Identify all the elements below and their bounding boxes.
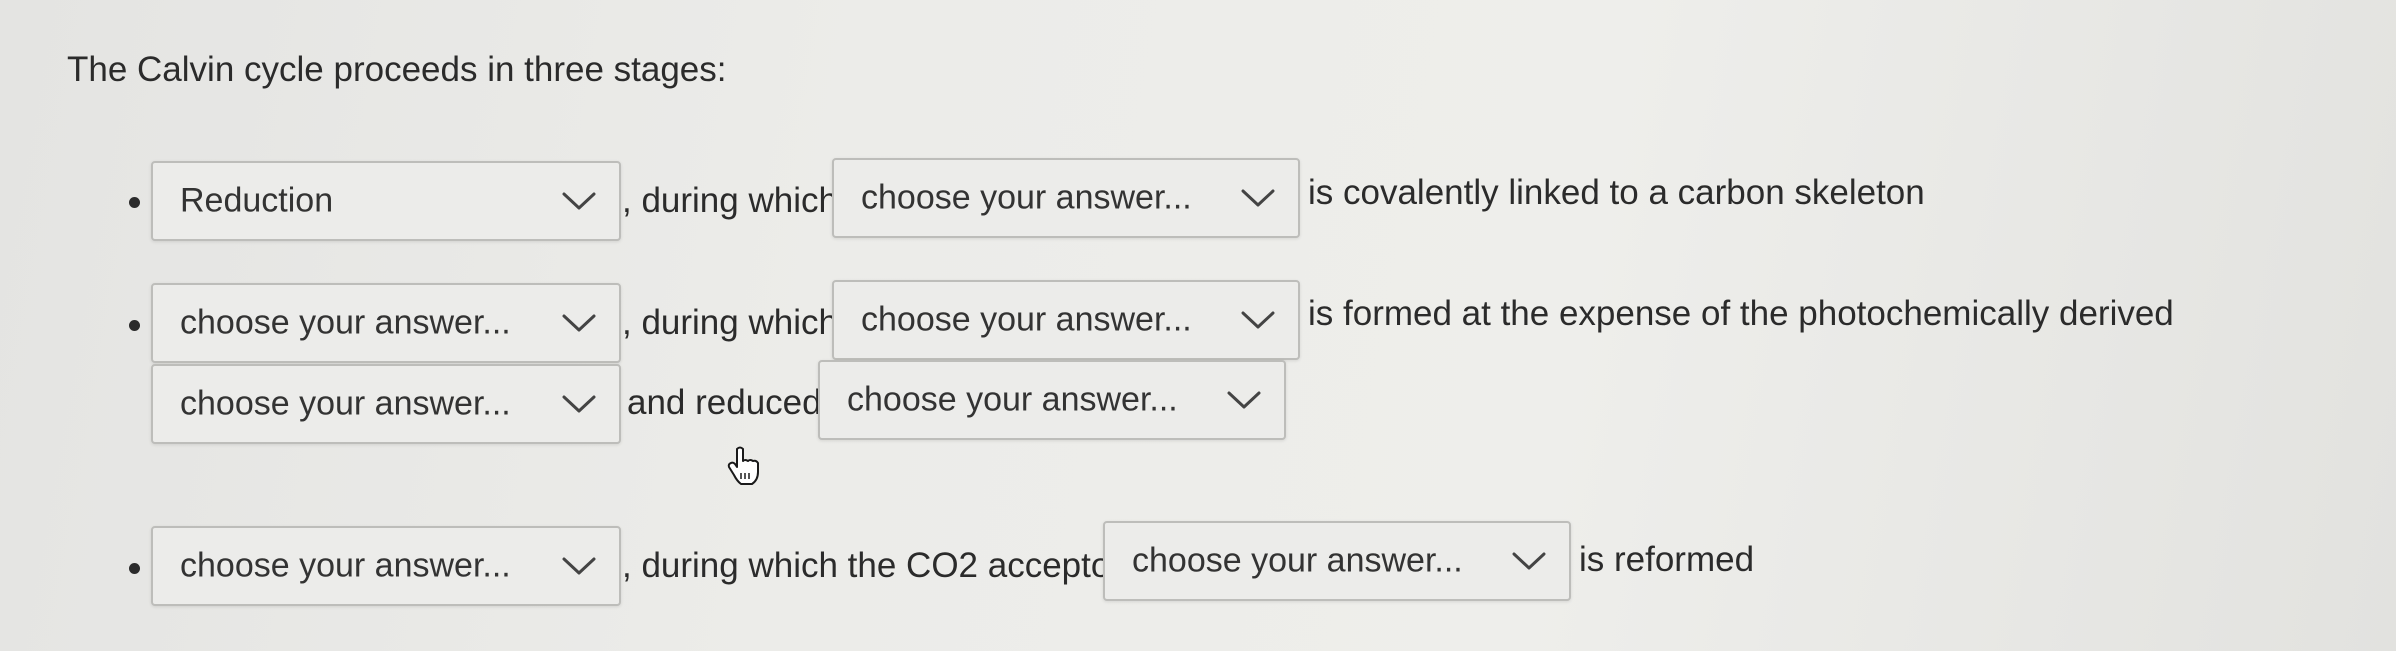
- stage-2-select[interactable]: choose your answer...: [151, 283, 621, 363]
- stage-2-item-select[interactable]: choose your answer...: [832, 280, 1300, 360]
- stage-1-connector: , during which: [622, 181, 838, 220]
- chevron-down-icon: [1240, 310, 1276, 330]
- bullet-2: [129, 320, 140, 331]
- stage-2-item-select-value: choose your answer...: [861, 300, 1192, 339]
- chevron-down-icon: [561, 191, 597, 211]
- stage-2-tail: is formed at the expense of the photoche…: [1308, 294, 2174, 333]
- stage-3-item-select[interactable]: choose your answer...: [1103, 521, 1571, 601]
- chevron-down-icon: [561, 313, 597, 333]
- stage-1-select[interactable]: Reduction: [151, 161, 621, 241]
- chevron-down-icon: [1240, 188, 1276, 208]
- chevron-down-icon: [1226, 390, 1262, 410]
- hand-pointer-icon: [726, 445, 760, 485]
- stage-1-item-select[interactable]: choose your answer...: [832, 158, 1300, 238]
- stage-1-select-value: Reduction: [180, 181, 334, 220]
- stage-2-continuation-select-value: choose your answer...: [180, 384, 511, 423]
- chevron-down-icon: [1511, 551, 1547, 571]
- stage-3-item-select-value: choose your answer...: [1132, 541, 1463, 580]
- stage-2-continuation-select[interactable]: choose your answer...: [151, 364, 621, 444]
- question-prompt: The Calvin cycle proceeds in three stage…: [67, 50, 727, 89]
- stage-3-connector: , during which the CO2 acceptor: [622, 546, 1122, 585]
- stage-3-tail: is reformed: [1579, 540, 1755, 579]
- chevron-down-icon: [561, 394, 597, 414]
- stage-3-select-value: choose your answer...: [180, 546, 511, 585]
- bullet-1: [129, 197, 140, 208]
- stage-2-continuation-select-2[interactable]: choose your answer...: [818, 360, 1286, 440]
- stage-1-item-select-value: choose your answer...: [861, 178, 1192, 217]
- stage-2-select-value: choose your answer...: [180, 303, 511, 342]
- chevron-down-icon: [561, 556, 597, 576]
- stage-2-continuation-connector: and reduced: [627, 383, 822, 422]
- stage-3-select[interactable]: choose your answer...: [151, 526, 621, 606]
- stage-2-continuation-select-2-value: choose your answer...: [847, 380, 1178, 419]
- bullet-3: [129, 563, 140, 574]
- stage-2-connector: , during which: [622, 303, 838, 342]
- stage-1-tail: is covalently linked to a carbon skeleto…: [1308, 173, 1925, 212]
